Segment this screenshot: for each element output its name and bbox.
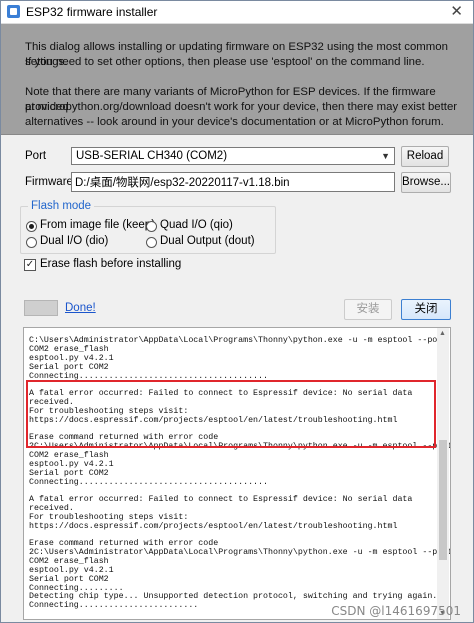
log-line: esptool.py v4.2.1 xyxy=(29,460,114,469)
flash-mode-title: Flash mode xyxy=(28,200,95,212)
log-line: https://docs.espressif.com/projects/espt… xyxy=(29,522,398,531)
log-line: COM2 erase_flash xyxy=(29,451,109,460)
title-bar: ESP32 firmware installer ✕ xyxy=(1,1,473,24)
erase-flash-label: Erase flash before installing xyxy=(40,258,182,270)
log-line: Detecting chip type... Unsupported detec… xyxy=(29,592,448,601)
log-line: C:\Users\Administrator\AppData\Local\Pro… xyxy=(29,336,448,345)
error-highlight-box xyxy=(26,380,436,448)
radio-qio[interactable] xyxy=(146,221,157,232)
done-link[interactable]: Done! xyxy=(65,302,96,314)
log-line: received. xyxy=(29,504,74,513)
firmware-field-wrap xyxy=(71,172,395,192)
output-log[interactable]: C:\Users\Administrator\AppData\Local\Pro… xyxy=(23,327,451,620)
erase-flash-checkbox[interactable]: ✓ xyxy=(24,259,36,271)
radio-label: Quad I/O (qio) xyxy=(160,219,233,231)
radio-dio[interactable] xyxy=(26,237,37,248)
window-title: ESP32 firmware installer xyxy=(26,5,158,19)
progress-indicator xyxy=(24,300,58,316)
install-button[interactable]: 安装 xyxy=(344,299,392,320)
info-text: at micropython.org/download doesn't work… xyxy=(25,101,458,113)
port-select[interactable]: USB-SERIAL CH340 (COM2) ▼ xyxy=(71,147,395,165)
log-line: Connecting........................ xyxy=(29,601,199,610)
firmware-label: Firmware xyxy=(25,176,73,188)
log-line: Serial port COM2 xyxy=(29,575,109,584)
log-line: For troubleshooting steps visit: xyxy=(29,513,189,522)
log-line: esptool.py v4.2.1 xyxy=(29,354,114,363)
log-line: Serial port COM2 xyxy=(29,363,109,372)
log-line: A fatal error occurred: Failed to connec… xyxy=(29,495,413,504)
browse-button[interactable]: Browse... xyxy=(401,172,451,193)
log-line: Erase command returned with error code xyxy=(29,539,219,548)
log-scrollbar[interactable]: ▲ ▼ xyxy=(437,328,449,619)
radio-label: Dual Output (dout) xyxy=(160,235,255,247)
reload-button[interactable]: Reload xyxy=(401,146,449,167)
port-value: USB-SERIAL CH340 (COM2) xyxy=(76,150,228,162)
log-line: 2C:\Users\Administrator\AppData\Local\Pr… xyxy=(29,548,451,557)
watermark: CSDN @l1461697501 xyxy=(331,604,461,618)
log-line: Serial port COM2 xyxy=(29,469,109,478)
log-line: COM2 erase_flash xyxy=(29,557,109,566)
log-line: esptool.py v4.2.1 xyxy=(29,566,114,575)
close-window-icon[interactable]: ✕ xyxy=(450,2,463,20)
installer-window: ESP32 firmware installer ✕ This dialog a… xyxy=(0,0,474,623)
info-text: alternatives -- look around in your devi… xyxy=(25,116,444,128)
scroll-up-icon[interactable]: ▲ xyxy=(439,330,446,337)
info-panel: This dialog allows installing or updatin… xyxy=(1,24,473,135)
radio-label: From image file (keep) xyxy=(40,219,156,231)
log-line: Connecting..............................… xyxy=(29,478,268,487)
log-line: COM2 erase_flash xyxy=(29,345,109,354)
chevron-down-icon: ▼ xyxy=(381,151,390,161)
info-text: If you need to set other options, then p… xyxy=(25,56,425,68)
radio-label: Dual I/O (dio) xyxy=(40,235,109,247)
check-icon: ✓ xyxy=(25,259,35,270)
close-button[interactable]: 关闭 xyxy=(401,299,451,320)
firmware-field[interactable] xyxy=(72,173,393,191)
radio-from-image-file[interactable] xyxy=(26,221,37,232)
radio-dout[interactable] xyxy=(146,237,157,248)
scrollbar-thumb[interactable] xyxy=(439,440,447,560)
port-label: Port xyxy=(25,150,47,162)
app-icon xyxy=(7,5,20,18)
